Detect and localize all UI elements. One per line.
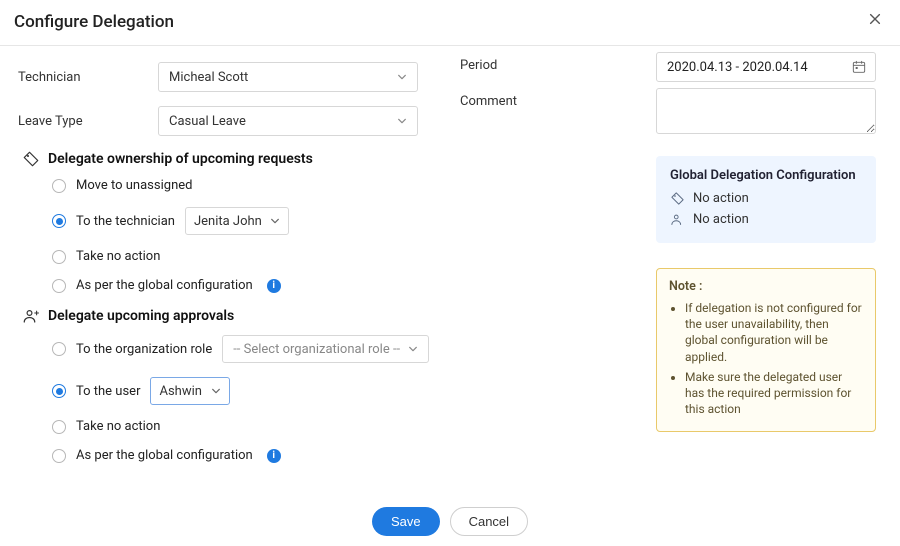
chevron-down-icon bbox=[397, 116, 407, 126]
period-label: Period bbox=[460, 58, 497, 73]
chevron-down-icon bbox=[270, 216, 280, 226]
radio-icon bbox=[52, 420, 66, 434]
tag-icon bbox=[670, 191, 685, 206]
radio-label: As per the global configuration bbox=[76, 278, 253, 293]
radio-icon bbox=[52, 384, 66, 398]
info-icon[interactable]: i bbox=[267, 279, 281, 293]
radio-icon bbox=[52, 250, 66, 264]
ownership-technician-select[interactable]: Jenita John bbox=[185, 207, 289, 235]
chevron-down-icon bbox=[211, 386, 221, 396]
radio-icon bbox=[52, 449, 66, 463]
radio-label: To the organization role bbox=[76, 342, 212, 357]
technician-select[interactable]: Micheal Scott bbox=[158, 62, 418, 92]
note-list: If delegation is not configured for the … bbox=[669, 300, 863, 417]
tag-icon bbox=[22, 150, 40, 168]
user-icon bbox=[22, 307, 40, 325]
approvals-user-value: Ashwin bbox=[159, 384, 201, 399]
radio-icon bbox=[52, 342, 66, 356]
ownership-title: Delegate ownership of upcoming requests bbox=[48, 151, 313, 167]
close-icon bbox=[868, 13, 882, 30]
note-panel: Note : If delegation is not configured f… bbox=[656, 268, 876, 432]
technician-label: Technician bbox=[18, 70, 158, 85]
dialog-header: Configure Delegation bbox=[0, 0, 900, 46]
dialog-footer: Save Cancel bbox=[0, 499, 900, 542]
chevron-down-icon bbox=[397, 72, 407, 82]
radio-label: To the user bbox=[76, 384, 140, 399]
calendar-icon bbox=[851, 59, 867, 75]
radio-icon bbox=[52, 179, 66, 193]
period-input[interactable]: 2020.04.13 - 2020.04.14 bbox=[656, 52, 876, 82]
approvals-opt-global[interactable]: As per the global configuration i bbox=[52, 448, 882, 463]
ownership-technician-value: Jenita John bbox=[194, 214, 262, 229]
approvals-org-role-placeholder: -- Select organizational role -- bbox=[233, 342, 400, 357]
approvals-user-select[interactable]: Ashwin bbox=[150, 377, 230, 405]
approvals-title: Delegate upcoming approvals bbox=[48, 308, 234, 324]
note-item: Make sure the delegated user has the req… bbox=[685, 369, 863, 418]
leave-type-value: Casual Leave bbox=[169, 114, 246, 129]
radio-label: Move to unassigned bbox=[76, 178, 192, 193]
technician-value: Micheal Scott bbox=[169, 70, 248, 85]
period-value: 2020.04.13 - 2020.04.14 bbox=[667, 60, 808, 75]
global-line-2: No action bbox=[693, 212, 749, 227]
user-icon bbox=[670, 212, 685, 227]
radio-label: As per the global configuration bbox=[76, 448, 253, 463]
close-button[interactable] bbox=[864, 8, 886, 35]
save-button[interactable]: Save bbox=[372, 507, 440, 536]
radio-label: Take no action bbox=[76, 249, 160, 264]
radio-label: To the technician bbox=[76, 214, 175, 229]
radio-icon bbox=[52, 279, 66, 293]
comment-textarea[interactable] bbox=[656, 88, 876, 134]
global-config-title: Global Delegation Configuration bbox=[670, 168, 862, 183]
global-config-panel: Global Delegation Configuration No actio… bbox=[656, 156, 876, 243]
chevron-down-icon bbox=[408, 344, 418, 354]
dialog-title: Configure Delegation bbox=[14, 12, 174, 32]
info-icon[interactable]: i bbox=[267, 449, 281, 463]
global-line-1: No action bbox=[693, 191, 749, 206]
note-item: If delegation is not configured for the … bbox=[685, 300, 863, 365]
radio-icon bbox=[52, 214, 66, 228]
comment-label: Comment bbox=[460, 94, 517, 109]
note-title: Note : bbox=[669, 279, 863, 294]
radio-label: Take no action bbox=[76, 419, 160, 434]
leave-type-label: Leave Type bbox=[18, 114, 158, 129]
cancel-button[interactable]: Cancel bbox=[450, 507, 528, 536]
leave-type-select[interactable]: Casual Leave bbox=[158, 106, 418, 136]
approvals-org-role-select[interactable]: -- Select organizational role -- bbox=[222, 335, 429, 363]
